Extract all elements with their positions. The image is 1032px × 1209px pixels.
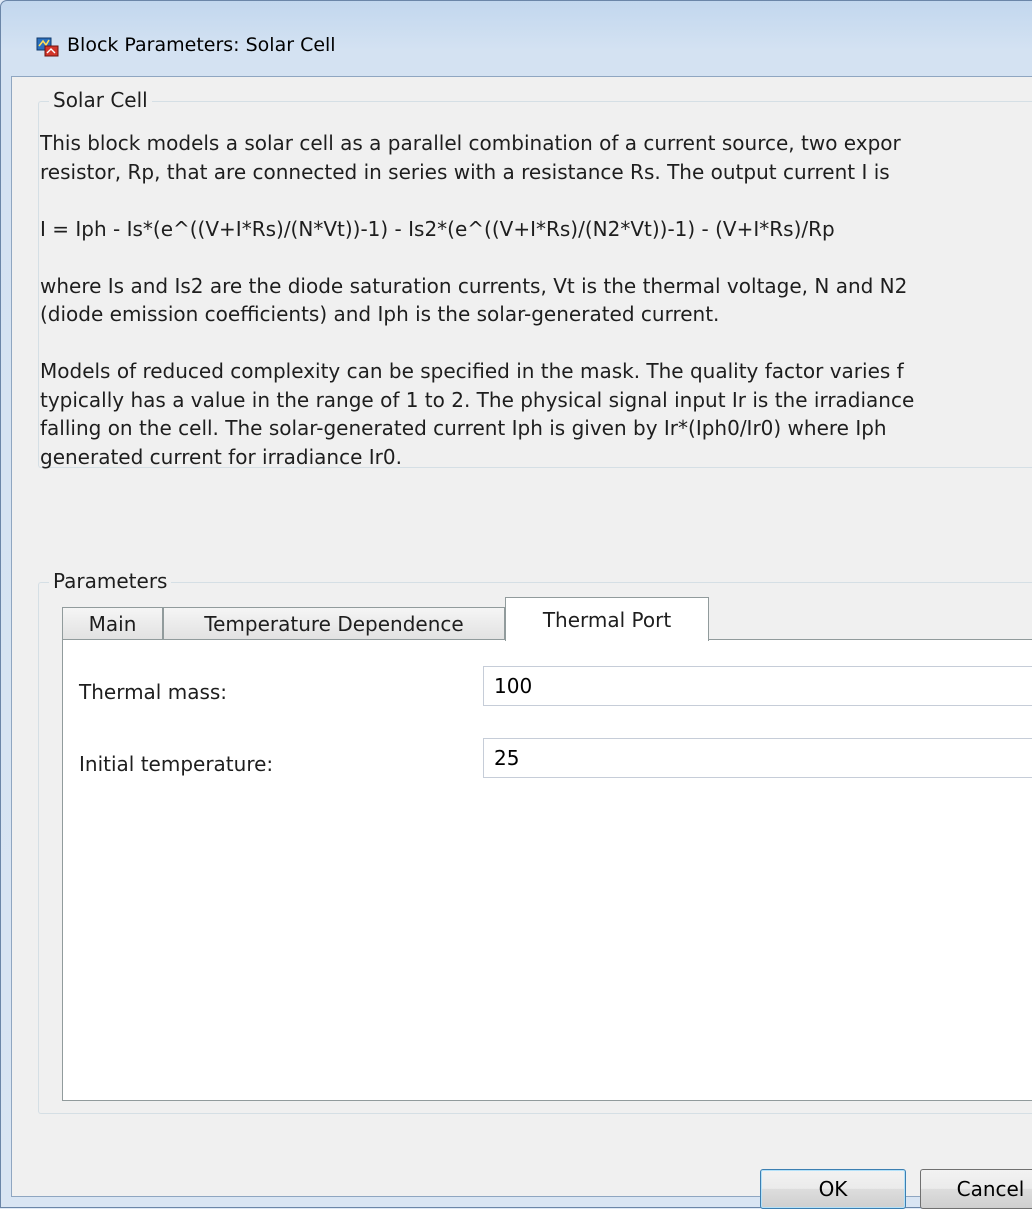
dialog-window: Block Parameters: Solar Cell Solar Cell … — [0, 0, 1032, 1209]
description-line: where Is and Is2 are the diode saturatio… — [40, 273, 908, 298]
parameter-tabs: Main Temperature Dependence Thermal Port — [62, 597, 1032, 641]
block-description: This block models a solar cell as a para… — [40, 129, 1032, 471]
thermal-mass-field[interactable] — [483, 666, 1032, 706]
description-line: This block models a solar cell as a para… — [40, 131, 901, 155]
tab-main[interactable]: Main — [62, 607, 163, 639]
tab-temperature-dependence[interactable]: Temperature Dependence — [163, 607, 505, 639]
initial-temperature-label: Initial temperature: — [79, 752, 274, 776]
description-line: Models of reduced complexity can be spec… — [40, 359, 904, 383]
description-line: resistor, Rp, that are connected in seri… — [40, 159, 890, 184]
dialog-client-area: Solar Cell This block models a solar cel… — [11, 76, 1032, 1209]
parameters-group-legend: Parameters — [49, 569, 172, 593]
title-bar[interactable] — [1, 1, 1032, 31]
thermal-mass-label: Thermal mass: — [79, 680, 228, 704]
window-title: Block Parameters: Solar Cell — [67, 34, 336, 56]
thermal-port-panel: Thermal mass: Initial temperature: — [62, 639, 1032, 1101]
description-line: typically has a value in the range of 1 … — [40, 387, 915, 412]
description-line: falling on the cell. The solar-generated… — [40, 416, 887, 440]
description-group-legend: Solar Cell — [49, 88, 152, 112]
description-line: (diode emission coefficients) and Iph is… — [40, 302, 720, 326]
ok-button[interactable]: OK — [760, 1169, 906, 1209]
tab-thermal-port[interactable]: Thermal Port — [505, 597, 709, 641]
description-equation: I = Iph - Is*(e^((V+I*Rs)/(N*Vt))-1) - I… — [40, 216, 835, 241]
description-line: generated current for irradiance Ir0. — [40, 444, 402, 469]
initial-temperature-field[interactable] — [483, 738, 1032, 778]
cancel-button[interactable]: Cancel — [920, 1169, 1032, 1209]
simulink-block-icon — [36, 37, 59, 57]
